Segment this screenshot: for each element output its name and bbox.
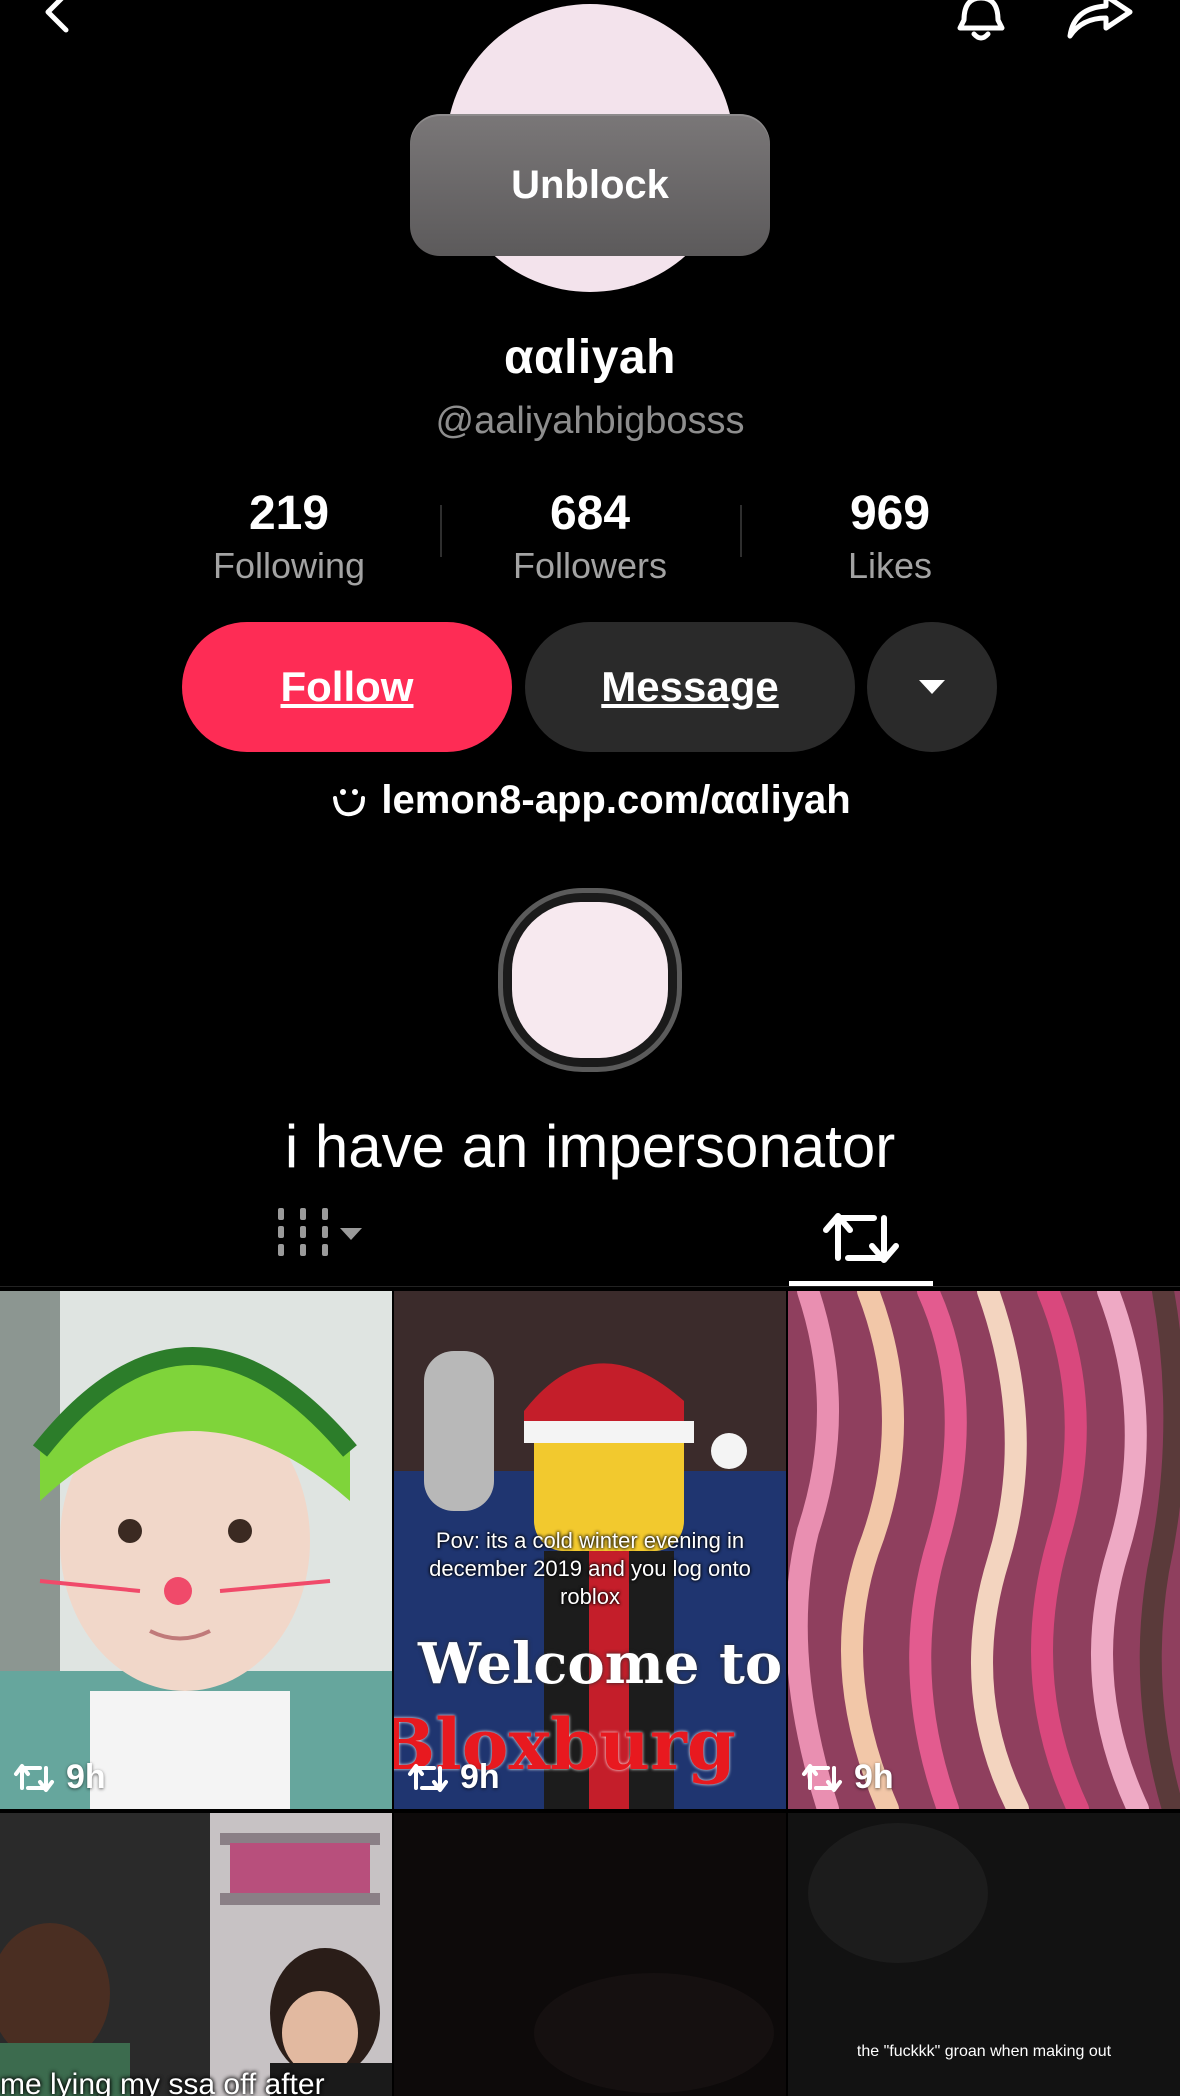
tile-meta: 9h xyxy=(12,1758,106,1797)
tile-caption: me lying my ssa off after xyxy=(0,2068,325,2096)
followers-count: 684 xyxy=(549,487,631,540)
followers-label: Followers xyxy=(512,545,668,586)
repost-icon xyxy=(408,1763,448,1792)
tile-title-line-1: Welcome to xyxy=(418,1631,783,1697)
video-tile[interactable]: me lying my ssa off after xyxy=(0,1813,392,2096)
likes-count: 969 xyxy=(849,487,931,540)
stat-following[interactable]: 219 Following xyxy=(139,485,439,589)
video-grid-icon[interactable] xyxy=(268,1200,378,1270)
tile-caption: Pov: its a cold winter evening in decemb… xyxy=(429,1528,751,1609)
repost-icon[interactable] xyxy=(790,1190,932,1286)
username: @aaliyahbigbosss xyxy=(435,400,745,442)
profile-link[interactable]: lemon8-app.com/ααliyah xyxy=(0,778,1180,823)
chevron-left-icon[interactable] xyxy=(38,0,78,40)
display-name: ααliyah xyxy=(504,331,676,384)
bell-icon[interactable] xyxy=(950,0,1012,48)
caret-down-icon xyxy=(919,680,945,694)
tile-meta: 9h xyxy=(800,1758,894,1797)
stat-followers[interactable]: 684 Followers xyxy=(440,485,740,589)
profile-sticker[interactable] xyxy=(512,902,668,1058)
more-options-button[interactable] xyxy=(867,622,997,752)
likes-label: Likes xyxy=(847,545,933,586)
message-button[interactable]: Message xyxy=(525,622,855,752)
video-thumbnail xyxy=(0,1291,392,1809)
tile-time: 9h xyxy=(66,1758,106,1796)
tile-time: 9h xyxy=(460,1758,500,1796)
bio-text: i have an impersonator xyxy=(284,1113,896,1180)
tile-meta: 9h xyxy=(406,1758,500,1797)
video-thumbnail xyxy=(394,1813,786,2096)
video-thumbnail xyxy=(788,1291,1180,1809)
tabs-divider xyxy=(0,1286,1180,1287)
smile-link-icon xyxy=(333,788,366,816)
video-tile[interactable]: the "fuckkk" groan when making out xyxy=(788,1813,1180,2096)
following-count: 219 xyxy=(248,487,330,540)
repost-icon xyxy=(14,1763,54,1792)
unblock-button[interactable]: Unblock xyxy=(410,114,770,256)
tile-time: 9h xyxy=(854,1758,894,1796)
content-tabs xyxy=(0,1190,1180,1290)
video-tile[interactable]: Pov: its a cold winter evening in decemb… xyxy=(394,1291,786,1809)
follow-button[interactable]: Follow xyxy=(182,622,512,752)
video-tile[interactable] xyxy=(394,1813,786,2096)
link-text[interactable]: lemon8-app.com/ααliyah xyxy=(381,778,850,823)
tile-caption: the "fuckkk" groan when making out xyxy=(856,2043,1112,2060)
stat-likes[interactable]: 969 Likes xyxy=(740,485,1040,589)
repost-icon xyxy=(802,1763,842,1792)
stats-row: 219 Following 684 Followers 969 Likes xyxy=(0,485,1180,595)
video-tile[interactable]: 9h xyxy=(0,1291,392,1809)
following-label: Following xyxy=(212,545,366,586)
video-tile[interactable]: 9h xyxy=(788,1291,1180,1809)
share-arrow-icon[interactable] xyxy=(1062,0,1138,48)
video-thumbnail xyxy=(0,1813,392,2096)
